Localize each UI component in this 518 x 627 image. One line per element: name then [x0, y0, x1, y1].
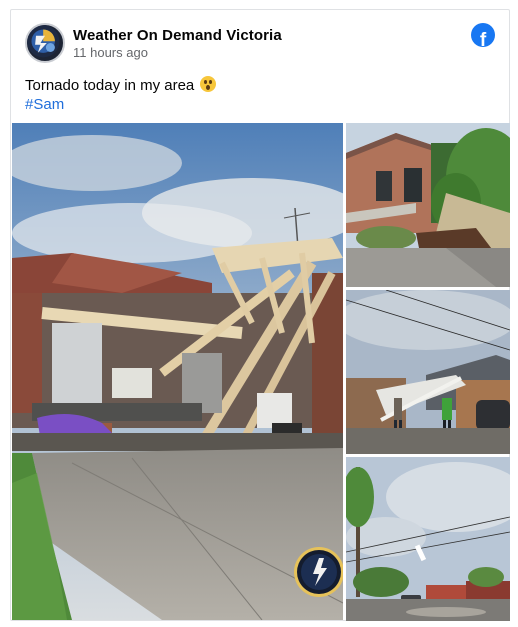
hashtag-link[interactable]: #Sam [25, 95, 216, 114]
page-avatar[interactable] [25, 23, 65, 63]
people-inspecting-damage-photo[interactable] [346, 290, 510, 454]
post-header: Weather On Demand Victoria 11 hours ago … [25, 23, 495, 63]
post-message: Tornado today in my area [25, 77, 195, 94]
storm-chaser-logo-icon [301, 554, 337, 590]
post-body: Tornado today in my area #Sam [25, 76, 217, 114]
damaged-fence-photo[interactable] [346, 123, 510, 287]
post-timestamp[interactable]: 11 hours ago [73, 45, 148, 60]
post-card: Weather On Demand Victoria 11 hours ago … [10, 9, 510, 621]
astonished-face-icon [200, 76, 217, 92]
garage-collapse-photo[interactable] [12, 123, 343, 620]
channel-watermark-logo [294, 547, 343, 597]
weather-logo-icon [27, 25, 60, 58]
page-name-link[interactable]: Weather On Demand Victoria [73, 27, 282, 44]
facebook-logo-icon[interactable]: f [471, 23, 495, 47]
storm-street-photo[interactable] [346, 457, 510, 621]
photo-grid [12, 123, 510, 621]
